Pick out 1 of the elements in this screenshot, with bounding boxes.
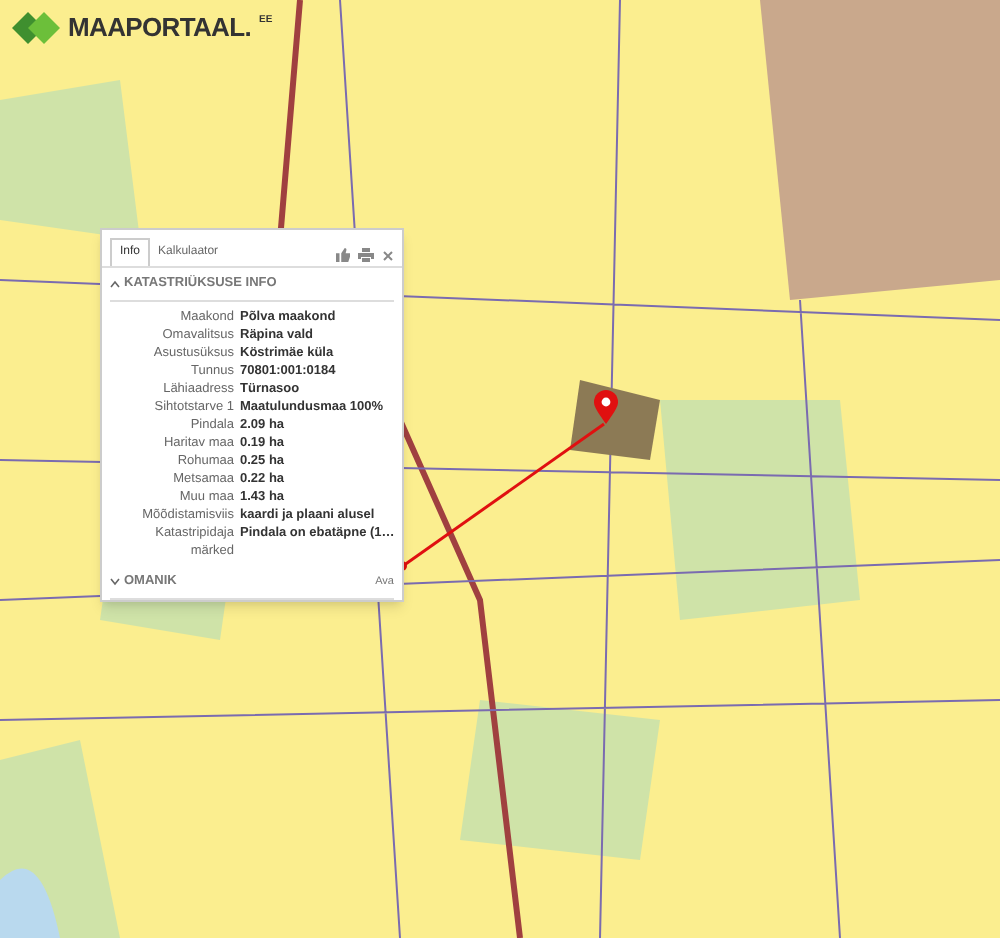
logo-text: MAAPORTAAL. [68, 10, 252, 47]
